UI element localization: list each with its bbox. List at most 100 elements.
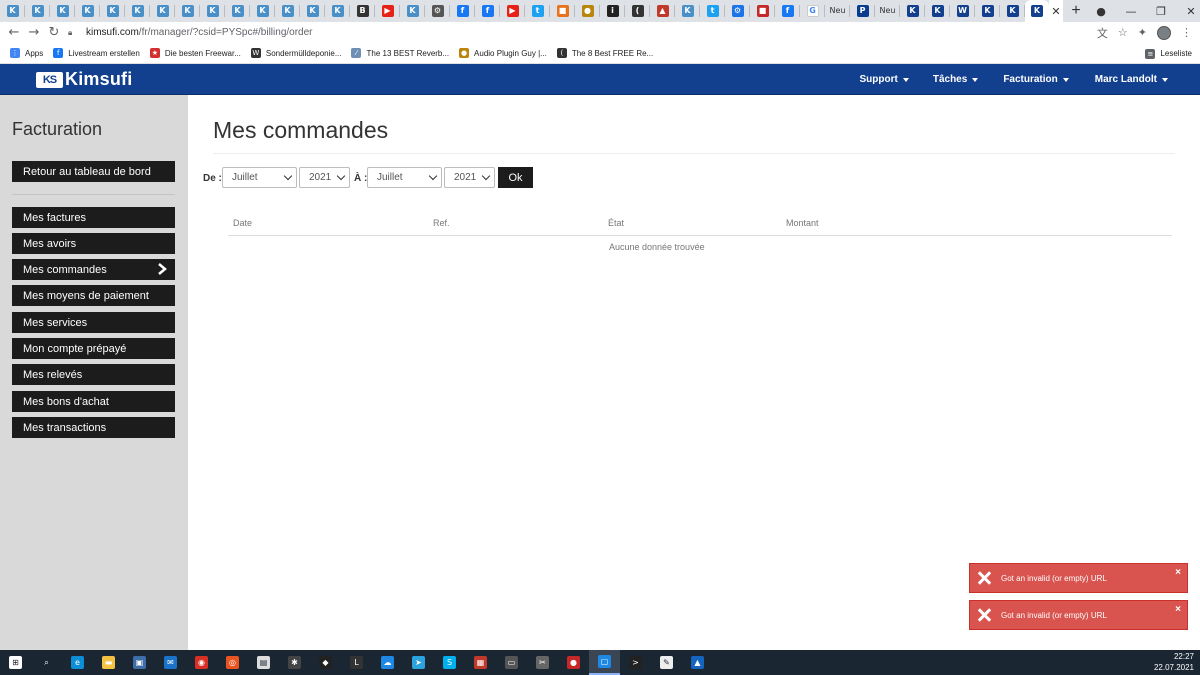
taskbar-app[interactable]: ▭ [496,650,527,675]
profile-tabs-icon[interactable]: ● [1086,5,1116,18]
taskbar-app[interactable]: ◉ [186,650,217,675]
browser-tab[interactable]: K [150,0,175,22]
browser-tab[interactable]: ⚙ [725,0,750,22]
active-browser-tab[interactable]: K [1025,0,1049,22]
taskbar-app[interactable]: ✎ [651,650,682,675]
browser-tab[interactable]: t [525,0,550,22]
browser-tab[interactable]: i [600,0,625,22]
sidebar-item[interactable]: Mes commandes [12,259,175,280]
profile-avatar[interactable] [1157,25,1171,40]
bookmark-item[interactable]: f Livestream erstellen [53,48,140,58]
browser-tab[interactable]: K [225,0,250,22]
nav-user[interactable]: Marc Landolt [1081,64,1200,95]
taskbar-app[interactable]: ▤ [248,650,279,675]
taskbar-app[interactable]: ▬ [93,650,124,675]
browser-tab[interactable]: G [800,0,825,22]
close-notification-button[interactable]: × [1175,567,1181,578]
browser-tab[interactable]: K [75,0,100,22]
forward-icon[interactable]: → [24,25,44,40]
browser-tab[interactable]: ⚙ [425,0,450,22]
column-date[interactable]: Date [233,218,252,228]
browser-tab[interactable]: P [850,0,875,22]
bookmark-star-icon[interactable]: ☆ [1118,26,1128,39]
back-icon[interactable]: ← [4,25,24,40]
extensions-icon[interactable]: ✦ [1138,26,1147,39]
taskbar-app[interactable]: > [620,650,651,675]
nav-facturation[interactable]: Facturation [990,64,1080,95]
taskbar-app[interactable]: ◎ [217,650,248,675]
browser-tab[interactable]: K [0,0,25,22]
sidebar-item[interactable]: Mes relevés [12,364,175,385]
browser-tab[interactable]: K [300,0,325,22]
taskbar-app[interactable]: S [434,650,465,675]
browser-tab[interactable]: K [125,0,150,22]
taskbar-app[interactable]: ◆ [310,650,341,675]
close-notification-button[interactable]: × [1175,604,1181,615]
browser-tab[interactable]: K [275,0,300,22]
close-tab-icon[interactable]: ✕ [1049,0,1063,22]
browser-tab[interactable]: ▲ [650,0,675,22]
browser-tab[interactable]: K [1000,0,1025,22]
reload-icon[interactable]: ↻ [44,25,64,40]
browser-tab[interactable]: K [400,0,425,22]
browser-tab[interactable]: Neu [875,0,900,22]
bookmark-item[interactable]: ★ Die besten Freewar... [149,48,241,58]
address-bar[interactable]: 🔒︎ kimsufi.com/fr/manager/?csid=PYSpc#/b… [68,24,313,41]
bookmark-item[interactable]: ● Audio Plugin Guy |... [459,48,547,58]
to-year-select[interactable]: 2021 [444,167,495,188]
browser-tab[interactable]: K [200,0,225,22]
nav-support[interactable]: Support [848,64,921,95]
sidebar-item[interactable]: Mes avoirs [12,233,175,254]
minimize-icon[interactable]: — [1116,5,1146,18]
browser-tab[interactable]: ( [625,0,650,22]
browser-tab[interactable]: f [775,0,800,22]
reading-list[interactable]: ≡ Leseliste [1145,43,1192,64]
browser-tab[interactable]: K [925,0,950,22]
kimsufi-logo[interactable]: KS Kimsufi [36,69,132,89]
taskbar-app[interactable]: ✉ [155,650,186,675]
taskbar-app[interactable]: e [62,650,93,675]
browser-tab[interactable]: ▶ [375,0,400,22]
sidebar-item[interactable]: Mes transactions [12,417,175,438]
column-montant[interactable]: Montant [786,218,819,228]
browser-tab[interactable]: f [450,0,475,22]
taskbar-app[interactable]: ▦ [465,650,496,675]
browser-tab[interactable]: K [25,0,50,22]
browser-tab[interactable]: K [50,0,75,22]
sidebar-item[interactable]: Mon compte prépayé [12,338,175,359]
taskbar-app[interactable]: ☁ [372,650,403,675]
taskbar-app[interactable]: ▣ [124,650,155,675]
bookmark-item[interactable]: W Sondermülldeponie... [250,48,341,58]
bookmark-item[interactable]: ⋮ Apps [10,48,43,58]
taskbar-app[interactable]: ▲ [682,650,713,675]
bookmark-item[interactable]: (The 8 Best FREE Re... [556,48,653,58]
taskbar-app[interactable]: ▢ [589,650,620,675]
browser-tab[interactable]: ■ [550,0,575,22]
sidebar-item[interactable]: Mes factures [12,207,175,228]
taskbar-app[interactable]: ● [558,650,589,675]
system-clock[interactable]: 22:27 22.07.2021 [1154,651,1194,673]
taskbar-app[interactable]: ✂ [527,650,558,675]
bookmark-item[interactable]: ⁄ The 13 BEST Reverb... [351,48,449,58]
taskbar-app[interactable]: ⌕ [31,650,62,675]
browser-tab[interactable]: ■ [750,0,775,22]
back-to-dashboard-button[interactable]: Retour au tableau de bord [12,161,175,182]
ok-button[interactable]: Ok [498,167,533,188]
menu-icon[interactable]: ⋮ [1181,26,1192,39]
taskbar-app[interactable]: ✱ [279,650,310,675]
sidebar-item[interactable]: Mes moyens de paiement [12,285,175,306]
browser-tab[interactable]: K [175,0,200,22]
nav-taches[interactable]: Tâches [921,64,990,95]
browser-tab[interactable]: K [900,0,925,22]
taskbar-app[interactable]: ➤ [403,650,434,675]
browser-tab[interactable]: t [700,0,725,22]
browser-tab[interactable]: K [100,0,125,22]
browser-tab[interactable]: K [325,0,350,22]
browser-tab[interactable]: K [975,0,1000,22]
browser-tab[interactable]: f [475,0,500,22]
column-etat[interactable]: État [608,218,624,228]
from-month-select[interactable]: Juillet [222,167,297,188]
browser-tab[interactable]: K [675,0,700,22]
taskbar-app[interactable]: L [341,650,372,675]
sidebar-item[interactable]: Mes bons d'achat [12,391,175,412]
